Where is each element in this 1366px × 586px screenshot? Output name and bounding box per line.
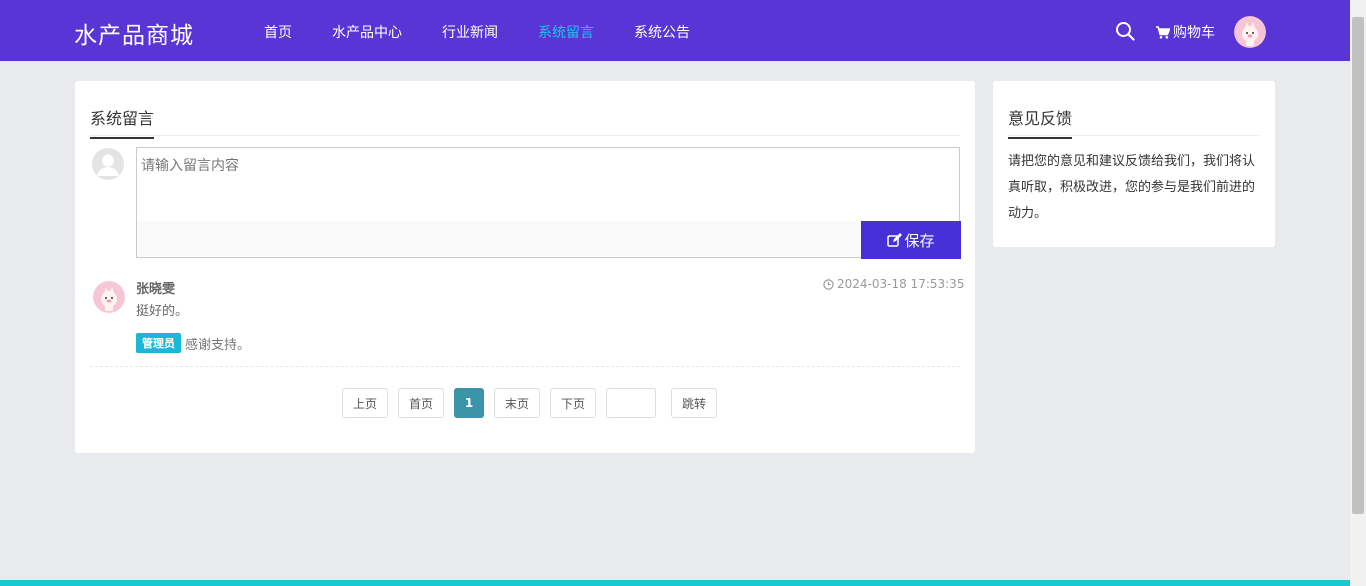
section-title: 系统留言 [90, 105, 155, 139]
brand-logo[interactable]: 水产品商城 [74, 16, 194, 50]
feedback-title: 意见反馈 [1008, 105, 1073, 139]
feedback-text: 请把您的意见和建议反馈给我们，我们将认真听取，积极改进，您的参与是我们前进的动力… [1008, 154, 1256, 221]
feedback-card: 意见反馈 请把您的意见和建议反馈给我们，我们将认真听取，积极改进，您的参与是我们… [993, 81, 1275, 247]
current-page[interactable]: 1 [454, 388, 484, 418]
comment-username: 张晓雯 [136, 282, 176, 297]
nav-item-announcements[interactable]: 系统公告 [634, 22, 690, 42]
save-button[interactable]: 保存 [861, 221, 961, 259]
pagination: 上页 首页 1 末页 下页 跳转 [342, 388, 727, 418]
admin-reply: 管理员 感谢支持。 [136, 333, 250, 353]
page-jump-input[interactable] [606, 388, 656, 418]
edit-icon [887, 233, 903, 247]
nav-item-home[interactable]: 首页 [264, 22, 292, 42]
clock-icon [823, 278, 834, 290]
user-avatar[interactable] [1234, 16, 1266, 48]
feedback-header: 意见反馈 [1008, 105, 1260, 139]
admin-reply-text: 感谢支持。 [185, 337, 251, 353]
save-label: 保存 [904, 231, 935, 250]
footer-accent-bar [0, 580, 1350, 586]
last-page-button[interactable]: 末页 [494, 388, 540, 418]
message-input[interactable] [137, 148, 959, 221]
commenter-avatar [93, 281, 125, 313]
comment-time-text: 2024-03-18 17:53:35 [837, 277, 965, 291]
divider [90, 366, 960, 367]
message-editor [136, 147, 960, 258]
cart-icon [1156, 25, 1170, 39]
nav-item-products[interactable]: 水产品中心 [332, 22, 402, 42]
cart-button[interactable]: 购物车 [1156, 22, 1215, 42]
comment-time: 2024-03-18 17:53:35 [823, 277, 964, 291]
message-board-card: 系统留言 保存 张晓雯 2024-03-18 17:53:35 挺好的。 管理员… [75, 81, 975, 453]
next-page-button[interactable]: 下页 [550, 388, 596, 418]
page-scrollbar[interactable] [1350, 0, 1366, 586]
default-avatar-icon [92, 148, 124, 180]
jump-button[interactable]: 跳转 [671, 388, 717, 418]
section-header: 系统留言 [90, 105, 960, 139]
top-navbar: 水产品商城 首页 水产品中心 行业新闻 系统留言 系统公告 购物车 [0, 0, 1350, 61]
nav-item-messages[interactable]: 系统留言 [538, 22, 594, 42]
main-nav: 首页 水产品中心 行业新闻 系统留言 系统公告 [264, 22, 730, 42]
prev-page-button[interactable]: 上页 [342, 388, 388, 418]
admin-badge: 管理员 [136, 333, 181, 353]
first-page-button[interactable]: 首页 [398, 388, 444, 418]
scrollbar-thumb[interactable] [1352, 17, 1364, 514]
nav-item-news[interactable]: 行业新闻 [442, 22, 498, 42]
search-icon[interactable] [1115, 21, 1135, 41]
comment-text: 挺好的。 [136, 304, 189, 319]
cart-label: 购物车 [1173, 25, 1215, 41]
